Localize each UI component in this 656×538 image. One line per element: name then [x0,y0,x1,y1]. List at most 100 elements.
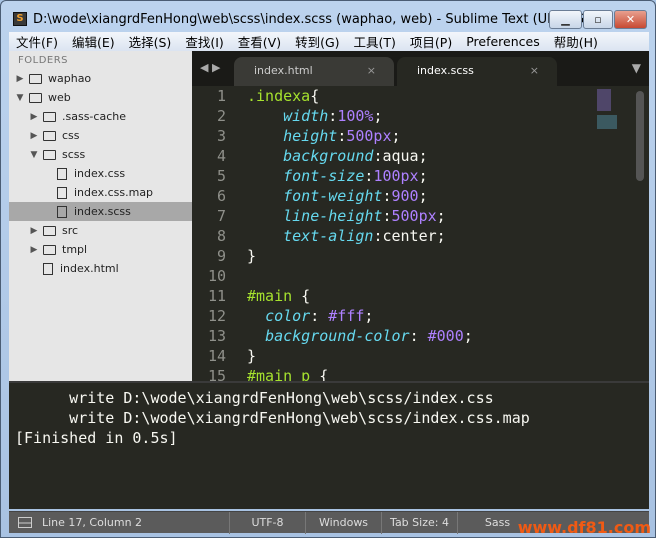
tab-size[interactable]: Tab Size: 4 [381,511,457,534]
menu-item[interactable]: 项目(P) [403,32,459,51]
sidebar-item[interactable]: index.css [9,164,192,183]
sidebar-item-label: .sass-cache [62,110,126,123]
expand-open-icon[interactable]: ▼ [29,150,39,160]
close-tab-icon[interactable]: × [530,57,539,85]
code-line: background-color: #000; [247,327,473,345]
tab-nav-arrows-icon[interactable]: ◀ ▶ [200,61,220,74]
tab-bar: ◀ ▶ index.html × index.scss × ▼ [192,51,649,86]
code-token: color [265,307,311,325]
code-token: } [247,347,257,365]
sidebar-item-label: web [48,91,71,104]
code-line: font-size:100px; [247,167,428,185]
code-token: line-height [283,207,383,225]
folder-icon [43,111,56,122]
sidebar-item[interactable]: ▶ tmpl [9,240,192,259]
file-icon [57,186,67,199]
line-endings[interactable]: Windows [305,511,381,534]
menu-item[interactable]: 编辑(E) [65,32,122,51]
menu-item[interactable]: Preferences [459,34,547,49]
line-number: 14 [207,347,226,365]
console-line: write D:\wode\xiangrdFenHong\web\scss/in… [15,409,530,427]
code-token: #000 [427,327,464,345]
sidebar-item[interactable]: ▶ src [9,221,192,240]
file-icon [57,167,67,180]
sidebar-item[interactable]: ▼ web [9,88,192,107]
tab-dropdown-icon[interactable]: ▼ [632,61,641,75]
tab-index-scss[interactable]: index.scss × [397,57,557,86]
code-token: background-color [265,327,410,345]
window-title: D:\wode\xiangrdFenHong\web\scss\index.sc… [33,11,601,27]
folder-icon [43,130,56,141]
code-token: 100px [373,167,419,185]
folder-icon [29,73,42,84]
line-number: 6 [216,187,226,205]
minimize-button[interactable]: ▁ [549,10,582,29]
sidebar-item[interactable]: ▶ .sass-cache [9,107,192,126]
tab-index-html[interactable]: index.html × [234,57,394,86]
line-number: 10 [207,267,226,285]
folder-icon [43,244,56,255]
code-line: background:aqua; [247,147,428,165]
console-line: write D:\wode\xiangrdFenHong\web\scss/in… [15,389,494,407]
code-line: text-align:center; [247,227,446,245]
console-line: [Finished in 0.5s] [15,429,178,447]
sidebar-item-label: src [62,224,79,237]
code-line: color: #fff; [247,307,373,325]
line-number: 5 [216,167,226,185]
build-output-panel: write D:\wode\xiangrdFenHong\web\scss/in… [9,381,649,509]
folder-icon [43,149,56,160]
code-token: : [337,127,347,145]
menu-item[interactable]: 查找(I) [178,32,230,51]
maximize-button[interactable]: ▫ [583,10,613,29]
sidebar-item-label: index.scss [74,205,131,218]
panel-toggle-icon[interactable] [18,517,32,528]
tab-label: index.html [254,64,313,77]
sidebar-item-label: waphao [48,72,92,85]
menu-item[interactable]: 转到(G) [288,32,346,51]
expand-open-icon[interactable]: ▼ [15,93,25,103]
sidebar-item[interactable]: index.scss [9,202,192,221]
line-number: 8 [216,227,226,245]
code-token: { [310,87,320,105]
code-token: background [283,147,374,165]
sidebar-item[interactable]: ▼ scss [9,145,192,164]
close-button[interactable]: ✕ [614,10,647,29]
sidebar-item[interactable]: ▶ waphao [9,69,192,88]
menu-item[interactable]: 选择(S) [122,32,179,51]
menu-item[interactable]: 文件(F) [9,32,65,51]
sidebar-item[interactable]: ▶ css [9,126,192,145]
code-token: 500px [391,207,437,225]
close-tab-icon[interactable]: × [367,57,376,85]
code-line: #main { [247,287,310,305]
menu-item[interactable]: 工具(T) [347,32,403,51]
encoding[interactable]: UTF-8 [229,511,305,534]
expand-closed-icon[interactable]: ▶ [29,245,39,255]
sidebar-item[interactable]: index.html [9,259,192,278]
minimap[interactable] [597,87,625,147]
expand-closed-icon[interactable]: ▶ [15,74,25,84]
sidebar-item[interactable]: index.css.map [9,183,192,202]
app-window: S D:\wode\xiangrdFenHong\web\scss\index.… [0,0,656,538]
line-number: 3 [216,127,226,145]
menu-item[interactable]: 查看(V) [231,32,288,51]
code-token: ; [463,327,473,345]
menu-bar: 文件(F) 编辑(E) 选择(S) 查找(I) 查看(V) 转到(G) 工具(T) 项目(P)… [9,32,649,51]
code-token: ; [373,107,383,125]
editor-scrollbar[interactable] [635,91,645,381]
expand-closed-icon[interactable]: ▶ [29,112,39,122]
folders-header: FOLDERS [18,55,69,66]
code-token: { [292,287,311,305]
line-number: 2 [216,107,226,125]
folder-icon [43,225,56,236]
expand-closed-icon[interactable]: ▶ [29,131,39,141]
code-token: : [310,307,329,325]
expand-closed-icon[interactable]: ▶ [29,226,39,236]
menu-item[interactable]: 帮助(H) [547,32,605,51]
code-token: : [382,187,392,205]
